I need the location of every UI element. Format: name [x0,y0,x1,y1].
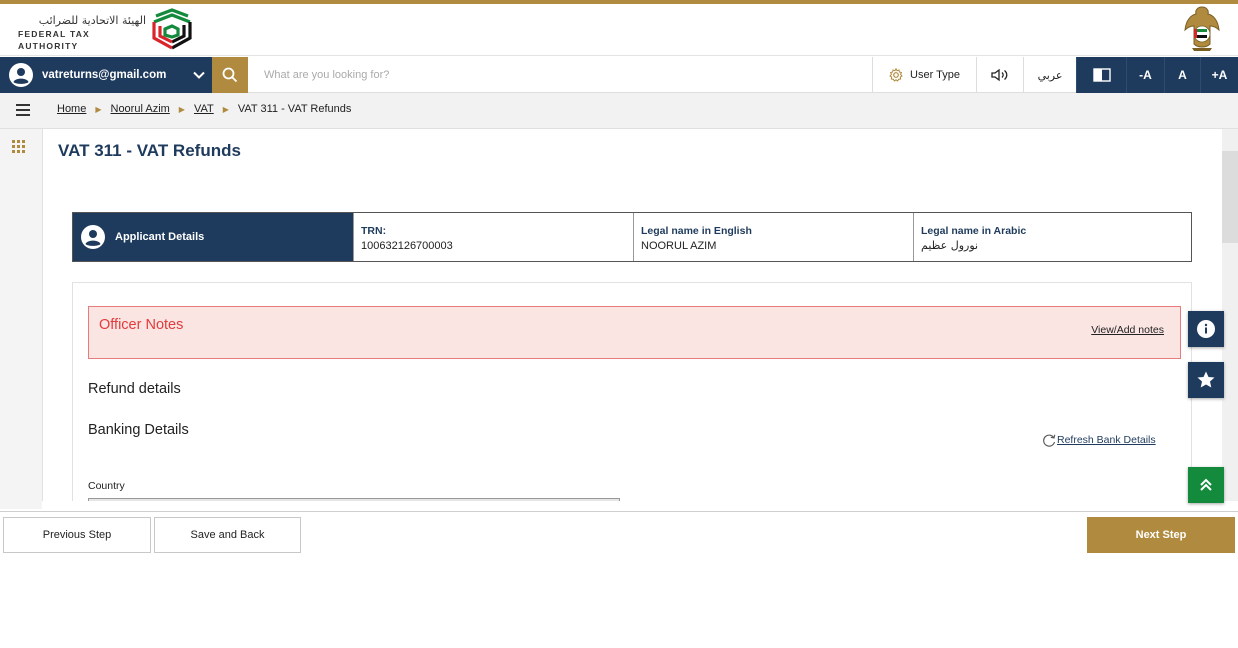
main-content: VAT 311 - VAT Refunds Applicant Details … [42,129,1222,501]
double-chevron-up-icon [1200,478,1212,491]
logo-arabic-text: الهيئة الاتحادية للضرائب [38,14,146,27]
previous-step-button[interactable]: Previous Step [3,517,151,553]
left-rail [0,129,42,509]
menu-icon[interactable] [16,104,30,116]
next-step-button[interactable]: Next Step [1087,517,1235,553]
user-icon [81,225,105,249]
officer-notes-title: Officer Notes [99,317,184,333]
legal-name-arabic-column: Legal name in Arabic نورول عظيم [913,213,1191,261]
trn-column: TRN: 100632126700003 [353,213,633,261]
legal-name-english-label: Legal name in English [641,225,752,237]
logo-english-text: FEDERAL TAX AUTHORITY [18,29,90,51]
search-button[interactable] [212,57,248,93]
view-add-notes-link[interactable]: View/Add notes [1091,324,1164,336]
save-and-back-button[interactable]: Save and Back [154,517,301,553]
breadcrumb: Home ▶ Noorul Azim ▶ VAT ▶ VAT 311 - VAT… [57,103,351,115]
trn-label: TRN: [361,225,387,237]
breadcrumb-bar: Home ▶ Noorul Azim ▶ VAT ▶ VAT 311 - VAT… [0,93,1238,129]
font-increase-button[interactable]: +A [1200,57,1238,93]
font-decrease-button[interactable]: -A [1126,57,1164,93]
fta-emblem-icon[interactable] [150,8,194,52]
legal-name-arabic-label: Legal name in Arabic [921,225,1027,237]
country-select[interactable] [88,498,620,501]
speaker-icon [991,68,1008,82]
country-label: Country [88,480,125,492]
text-to-speech-button[interactable] [976,57,1023,93]
applicant-heading-text: Applicant Details [115,231,205,243]
contrast-icon [1092,68,1111,82]
breadcrumb-taxpayer[interactable]: Noorul Azim [111,103,170,115]
refund-form-panel: Officer Notes View/Add notes Refund deta… [72,282,1192,501]
user-email: vatreturns@gmail.com [42,69,167,81]
legal-name-english-column: Legal name in English NOORUL AZIM [633,213,913,261]
contrast-toggle-button[interactable] [1076,57,1126,93]
star-icon [1197,371,1215,388]
breadcrumb-home[interactable]: Home [57,103,86,115]
font-normal-button[interactable]: A [1164,57,1200,93]
content-scrollbar[interactable] [1222,129,1238,501]
info-icon [1197,320,1215,338]
apps-grid-icon[interactable] [12,140,25,153]
gear-icon [889,68,903,82]
fta-logo-text[interactable]: الهيئة الاتحادية للضرائب FEDERAL TAX AUT… [16,14,146,52]
scrollbar-thumb[interactable] [1222,151,1238,243]
breadcrumb-arrow-icon: ▶ [178,104,185,114]
user-menu[interactable]: vatreturns@gmail.com [0,57,212,93]
refresh-bank-details-link[interactable]: Refresh Bank Details [1041,433,1156,447]
page-title: VAT 311 - VAT Refunds [58,141,241,160]
refresh-icon [1043,434,1056,447]
favorites-button[interactable] [1188,362,1224,398]
breadcrumb-arrow-icon: ▶ [95,104,102,114]
top-toolbar: vatreturns@gmail.com User Type عربي -A A [0,57,1238,93]
search-input[interactable] [252,61,852,89]
trn-value: 100632126700003 [361,240,453,252]
user-type-button[interactable]: User Type [872,57,976,93]
scroll-to-top-button[interactable] [1188,467,1224,503]
breadcrumb-current: VAT 311 - VAT Refunds [237,103,352,115]
user-type-label: User Type [910,69,960,81]
footer-actions: Previous Step Save and Back Next Step [0,511,1238,557]
banking-details-heading: Banking Details [88,422,189,438]
officer-notes-box: Officer Notes View/Add notes [88,306,1181,359]
info-button[interactable] [1188,311,1224,347]
applicant-details-bar: Applicant Details TRN: 100632126700003 L… [72,212,1192,262]
logo-bar: الهيئة الاتحادية للضرائب FEDERAL TAX AUT… [0,4,1238,56]
legal-name-english-value: NOORUL AZIM [641,240,717,252]
breadcrumb-vat[interactable]: VAT [194,103,214,115]
breadcrumb-arrow-icon: ▶ [222,104,229,114]
uae-emblem-icon [1184,6,1220,51]
user-avatar-icon [9,63,33,87]
language-toggle[interactable]: عربي [1023,57,1076,93]
legal-name-arabic-value: نورول عظيم [921,239,979,252]
refund-details-heading: Refund details [88,381,181,397]
search-icon [222,67,238,83]
chevron-down-icon[interactable] [192,68,206,82]
refresh-bank-details-label: Refresh Bank Details [1057,434,1156,446]
applicant-details-heading: Applicant Details [73,213,353,261]
